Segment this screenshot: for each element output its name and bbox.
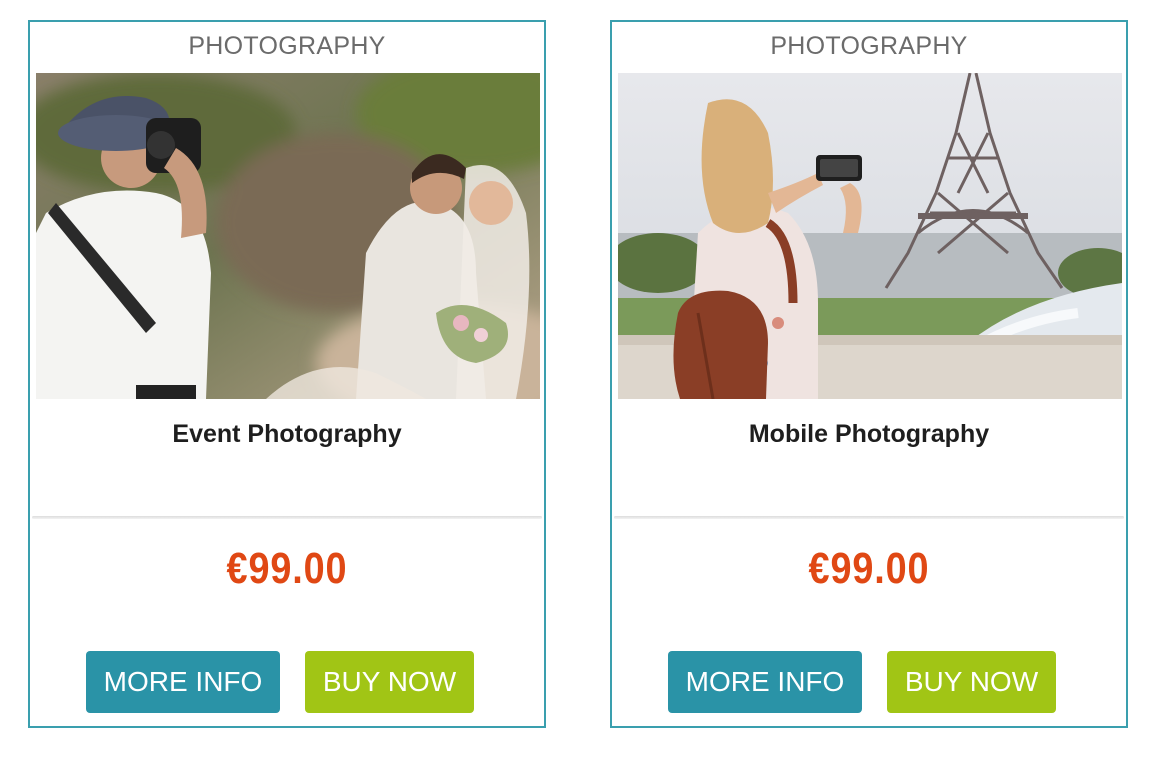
buy-now-button[interactable]: BUY NOW — [887, 651, 1056, 713]
event-photo-illustration — [36, 73, 540, 399]
product-price: €99.00 — [808, 544, 930, 593]
product-price: €99.00 — [226, 544, 348, 593]
product-title[interactable]: Event Photography — [30, 420, 544, 449]
product-card: PHOTOGRAPHY — [28, 20, 546, 728]
mobile-photo-illustration — [618, 73, 1122, 399]
product-grid: PHOTOGRAPHY Event Photography €99.00 MOR… — [0, 0, 1176, 782]
buy-now-button[interactable]: BUY NOW — [305, 651, 474, 713]
product-card: PHOTOGRAPHY — [610, 20, 1128, 728]
product-category: PHOTOGRAPHY — [188, 32, 386, 60]
product-image[interactable] — [618, 73, 1122, 399]
card-actions: MORE INFO BUY NOW — [612, 651, 1126, 713]
product-image[interactable] — [36, 73, 540, 399]
more-info-button[interactable]: MORE INFO — [668, 651, 862, 713]
card-actions: MORE INFO BUY NOW — [30, 651, 544, 713]
product-category: PHOTOGRAPHY — [770, 32, 968, 60]
card-divider — [32, 516, 542, 519]
card-divider — [614, 516, 1124, 519]
product-title[interactable]: Mobile Photography — [612, 420, 1126, 449]
more-info-button[interactable]: MORE INFO — [86, 651, 280, 713]
